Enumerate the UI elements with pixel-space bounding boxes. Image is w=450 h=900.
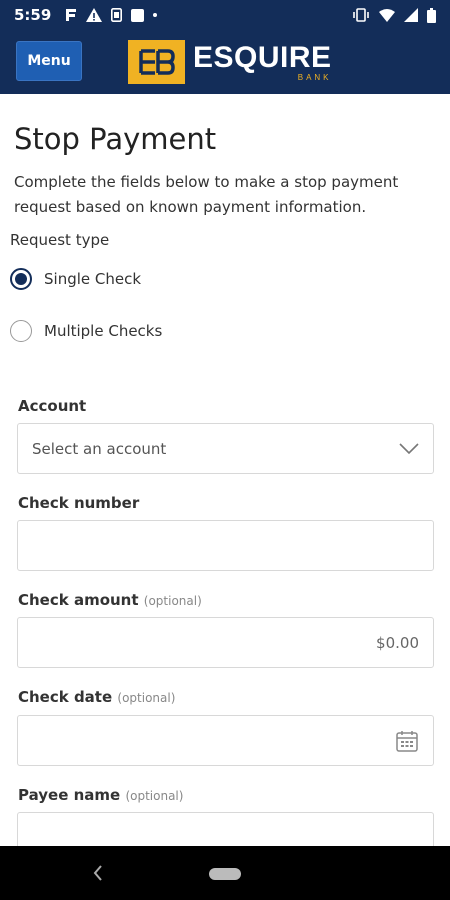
radio-label-single-check: Single Check — [44, 270, 142, 288]
logo-name: ESQUIRE — [193, 40, 332, 74]
logo-eb-icon — [138, 49, 175, 75]
check-amount-input[interactable]: $0.00 — [17, 617, 434, 668]
sim-icon — [111, 8, 123, 22]
status-time: 5:59 — [14, 6, 52, 24]
status-bar: 5:59 — [0, 0, 450, 30]
chevron-down-icon — [399, 442, 419, 454]
optional-hint: (optional) — [143, 594, 202, 608]
status-icons-right — [352, 7, 436, 23]
app-icon — [131, 8, 145, 22]
logo-mark — [128, 40, 185, 84]
menu-button[interactable]: Menu — [16, 41, 82, 81]
app-header: Menu ESQUIRE BANK — [0, 30, 450, 94]
page-title: Stop Payment — [14, 122, 217, 156]
account-label: Account — [18, 397, 87, 415]
dot-icon — [153, 13, 158, 17]
battery-icon — [427, 7, 436, 23]
page-description: Complete the fields below to make a stop… — [14, 173, 399, 216]
request-type-label: Request type — [10, 231, 110, 249]
vibrate-icon — [353, 8, 369, 22]
status-icons-left — [65, 8, 158, 22]
check-number-label: Check number — [18, 494, 140, 512]
radio-label-multiple-checks: Multiple Checks — [44, 322, 163, 340]
esquire-bank-logo: ESQUIRE BANK — [128, 40, 332, 84]
calendar-icon[interactable] — [395, 729, 419, 753]
android-nav-bar — [0, 846, 450, 900]
check-date-input[interactable] — [17, 715, 434, 766]
check-number-input[interactable] — [17, 520, 434, 571]
account-placeholder: Select an account — [32, 439, 167, 458]
f-icon — [66, 9, 77, 21]
check-amount-label: Check amount (optional) — [18, 591, 202, 609]
radio-button-unselected[interactable] — [10, 320, 32, 342]
radio-button-selected[interactable] — [10, 268, 32, 290]
payee-name-label: Payee name (optional) — [18, 786, 184, 804]
optional-hint: (optional) — [117, 691, 176, 705]
check-amount-value: $0.00 — [376, 633, 419, 652]
payee-name-input[interactable] — [17, 812, 434, 846]
logo-sub: BANK — [297, 72, 332, 82]
signal-icon — [404, 8, 418, 22]
radio-single-check[interactable]: Single Check — [10, 268, 141, 290]
wifi-icon — [379, 8, 395, 22]
optional-hint: (optional) — [125, 789, 184, 803]
warning-icon — [86, 8, 103, 22]
main-content: Stop Payment Complete the fields below t… — [0, 94, 450, 846]
account-select[interactable]: Select an account — [17, 423, 434, 474]
back-icon[interactable] — [88, 860, 108, 886]
radio-multiple-checks[interactable]: Multiple Checks — [10, 320, 162, 342]
home-pill[interactable] — [209, 868, 241, 880]
check-date-label: Check date (optional) — [18, 688, 176, 706]
